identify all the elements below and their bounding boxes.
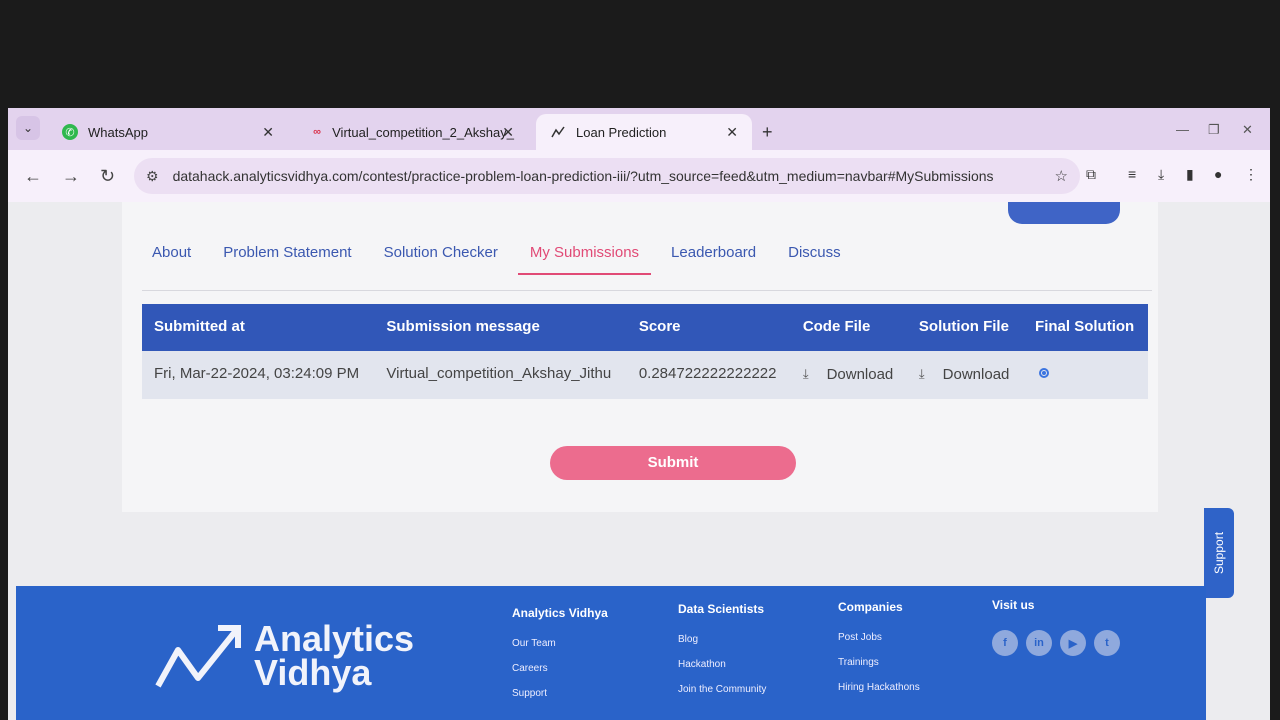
solution-file-download-link[interactable]: ⤓ Download (919, 366, 1009, 383)
table-header-row: Submitted at Submission message Score Co… (142, 304, 1148, 351)
cell-submitted-at: Fri, Mar-22-2024, 03:24:09 PM (142, 351, 375, 399)
tab-discuss[interactable]: Discuss (788, 244, 841, 275)
code-file-download-link[interactable]: ⤓ Download (803, 366, 893, 383)
tab-search-icon[interactable]: ⌄ (16, 116, 40, 140)
reload-icon[interactable]: ↻ (100, 166, 115, 187)
cell-message: Virtual_competition_Akshay_Jithu (374, 351, 627, 399)
browser-tab-virtual-competition[interactable]: ∞ Virtual_competition_2_Akshay_ ✕ (298, 114, 528, 150)
footer-link-blog[interactable]: Blog (678, 634, 766, 645)
minimize-icon[interactable]: — (1176, 122, 1189, 137)
footer-link-join-community[interactable]: Join the Community (678, 684, 766, 695)
tab-problem-statement[interactable]: Problem Statement (223, 244, 351, 275)
tab-about[interactable]: About (152, 244, 191, 275)
close-tab-icon[interactable]: ✕ (726, 124, 738, 141)
bookmark-star-icon[interactable]: ☆ (1055, 167, 1068, 185)
chart-line-icon (550, 124, 566, 140)
footer-column-data-scientists: Data Scientists Blog Hackathon Join the … (678, 602, 766, 709)
tab-solution-checker[interactable]: Solution Checker (384, 244, 498, 275)
analytics-vidhya-logo[interactable]: Analytics Vidhya (154, 620, 414, 692)
tab-title: WhatsApp (88, 124, 148, 140)
menu-dots-icon[interactable]: ⋮ (1244, 166, 1258, 183)
site-footer: Analytics Vidhya Analytics Vidhya Our Te… (16, 586, 1206, 720)
tab-strip: ⌄ ✆ WhatsApp ✕ ∞ Virtual_competition_2_A… (8, 108, 1270, 150)
new-tab-icon[interactable]: + (762, 122, 773, 143)
registered-button[interactable] (1008, 202, 1120, 224)
header-solution-file: Solution File (906, 304, 1024, 351)
cell-code-file: ⤓ Download (790, 351, 907, 399)
logo-line-2: Vidhya (254, 652, 372, 693)
footer-column-title: Data Scientists (678, 602, 765, 616)
infinity-icon: ∞ (313, 126, 321, 138)
browser-toolbar: ← → ↻ ⚙ datahack.analyticsvidhya.com/con… (8, 150, 1270, 202)
footer-link-trainings[interactable]: Trainings (838, 657, 920, 668)
reading-list-icon[interactable]: ≡ (1128, 166, 1136, 182)
download-label: Download (942, 365, 1010, 383)
cell-score: 0.284722222222222 (626, 351, 791, 399)
header-final-solution: Final Solution (1023, 304, 1148, 351)
footer-link-post-jobs[interactable]: Post Jobs (838, 632, 920, 643)
youtube-icon[interactable]: ▶ (1060, 630, 1086, 656)
page-content: About Problem Statement Solution Checker… (8, 202, 1270, 720)
address-bar[interactable]: ⚙ datahack.analyticsvidhya.com/contest/p… (134, 158, 1080, 194)
download-icon[interactable]: ⤓ (1158, 166, 1164, 183)
forward-icon[interactable]: → (62, 166, 80, 187)
cell-solution-file: ⤓ Download (906, 351, 1024, 399)
support-button[interactable]: Support (1204, 508, 1234, 598)
divider (142, 290, 1152, 291)
logo-line-1: Analytics (254, 618, 415, 659)
tab-title: Virtual_competition_2_Akshay_ (332, 124, 514, 140)
download-icon: ⤓ (802, 366, 809, 381)
footer-link-hiring-hackathons[interactable]: Hiring Hackathons (838, 682, 920, 693)
tab-my-submissions[interactable]: My Submissions (517, 244, 652, 275)
browser-tab-loan-prediction[interactable]: Loan Prediction ✕ (536, 114, 752, 150)
linkedin-icon[interactable]: in (1026, 630, 1052, 656)
download-icon: ⤓ (918, 366, 925, 381)
contest-tabs: About Problem Statement Solution Checker… (152, 244, 873, 275)
url-text: datahack.analyticsvidhya.com/contest/pra… (172, 168, 994, 184)
extensions-icon[interactable]: ⧉ (1086, 166, 1096, 183)
header-submission-message: Submission message (374, 304, 627, 351)
tab-leaderboard[interactable]: Leaderboard (671, 244, 756, 275)
footer-column-title: Analytics Vidhya (512, 606, 608, 620)
footer-column-title: Companies (838, 600, 903, 614)
facebook-icon[interactable]: f (992, 630, 1018, 656)
social-links: f in ▶ t (992, 630, 1120, 656)
final-solution-radio[interactable] (1039, 368, 1050, 379)
logo-arrow-icon (155, 625, 241, 688)
footer-link-careers[interactable]: Careers (512, 663, 608, 674)
header-code-file: Code File (790, 304, 907, 351)
submit-button[interactable]: Submit (550, 446, 796, 480)
footer-column-visit-us: Visit us f in ▶ t (992, 598, 1120, 656)
maximize-icon[interactable]: ❐ (1208, 122, 1220, 138)
browser-window: ⌄ ✆ WhatsApp ✕ ∞ Virtual_competition_2_A… (8, 108, 1270, 720)
footer-column-analytics-vidhya: Analytics Vidhya Our Team Careers Suppor… (512, 606, 608, 713)
footer-link-hackathon[interactable]: Hackathon (678, 659, 766, 670)
close-window-icon[interactable]: ✕ (1242, 122, 1253, 138)
submissions-table: Submitted at Submission message Score Co… (142, 304, 1148, 399)
back-icon[interactable]: ← (24, 166, 42, 187)
footer-link-support[interactable]: Support (512, 688, 608, 699)
cell-final-solution (1023, 351, 1148, 399)
profile-icon[interactable]: ● (1214, 166, 1222, 182)
footer-column-title: Visit us (992, 598, 1035, 612)
browser-tab-whatsapp[interactable]: ✆ WhatsApp ✕ (48, 114, 288, 150)
close-tab-icon[interactable]: ✕ (262, 124, 274, 141)
download-label: Download (826, 365, 894, 383)
footer-link-our-team[interactable]: Our Team (512, 638, 608, 649)
sidebar-icon[interactable]: ▮ (1186, 166, 1194, 183)
table-row: Fri, Mar-22-2024, 03:24:09 PM Virtual_co… (142, 351, 1148, 399)
header-score: Score (626, 304, 791, 351)
tab-title: Loan Prediction (576, 124, 667, 140)
twitter-icon[interactable]: t (1094, 630, 1120, 656)
footer-column-companies: Companies Post Jobs Trainings Hiring Hac… (838, 600, 920, 707)
close-tab-icon[interactable]: ✕ (502, 124, 514, 141)
site-settings-icon[interactable]: ⚙ (146, 168, 159, 185)
header-submitted-at: Submitted at (142, 304, 375, 351)
contest-card: About Problem Statement Solution Checker… (122, 202, 1158, 512)
whatsapp-icon: ✆ (62, 124, 78, 140)
